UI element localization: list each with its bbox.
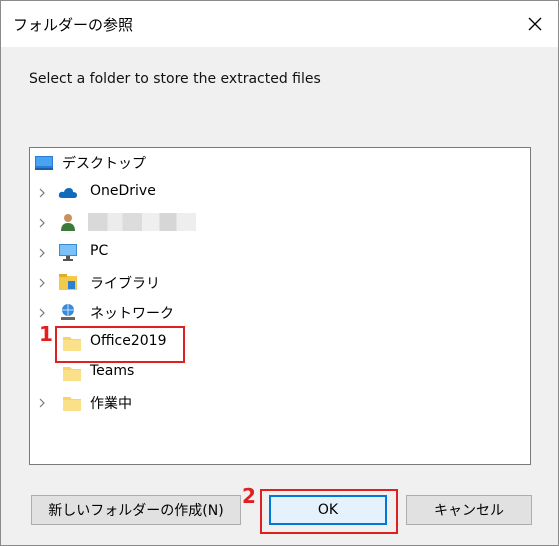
tree-item-desktop[interactable]: デスクトップ (30, 148, 528, 176)
tree-item-user[interactable] (30, 208, 528, 236)
tree-item-label: ネットワーク (90, 306, 174, 322)
cancel-button[interactable]: キャンセル (406, 495, 532, 525)
folder-icon (63, 367, 81, 381)
close-button[interactable] (512, 1, 558, 47)
tree-item-pc[interactable]: PC (30, 238, 528, 266)
desktop-icon (35, 156, 53, 170)
step-number-1: 1 (39, 322, 53, 346)
cancel-button-label: キャンセル (434, 503, 504, 519)
tree-item-label: ライブラリ (90, 276, 160, 292)
pc-monitor-icon (59, 244, 77, 261)
new-folder-button-label: 新しいフォルダーの作成(N) (48, 503, 224, 519)
folder-icon (63, 397, 81, 411)
tree-item-onedrive[interactable]: OneDrive (30, 178, 528, 206)
user-icon (61, 214, 75, 231)
chevron-right-icon[interactable] (36, 307, 48, 319)
tree-item-network[interactable]: ネットワーク (30, 298, 528, 326)
window-title: フォルダーの参照 (13, 16, 134, 34)
tree-item-libraries[interactable]: ライブラリ (30, 268, 528, 296)
tree-item-label: デスクトップ (62, 156, 146, 172)
folder-tree[interactable]: デスクトップ OneDrive PC ライブラリ ネットワーク Office20… (29, 147, 531, 465)
chevron-right-icon[interactable] (36, 277, 48, 289)
chevron-right-icon[interactable] (36, 247, 48, 259)
step-number-2: 2 (242, 484, 256, 508)
title-bar: フォルダーの参照 (1, 1, 558, 47)
highlight-box-office2019 (55, 326, 185, 363)
chevron-right-icon[interactable] (36, 217, 48, 229)
onedrive-cloud-icon (58, 188, 77, 198)
libraries-icon (59, 274, 77, 290)
chevron-right-icon[interactable] (36, 187, 48, 199)
tree-item-label: OneDrive (90, 183, 156, 199)
new-folder-button[interactable]: 新しいフォルダーの作成(N) (31, 495, 241, 525)
folder-browse-dialog: フォルダーの参照 Select a folder to store the ex… (0, 0, 559, 546)
tree-item-label: 作業中 (90, 396, 132, 412)
close-icon (528, 17, 542, 31)
chevron-right-icon[interactable] (36, 397, 48, 409)
network-icon (61, 304, 75, 320)
dialog-prompt: Select a folder to store the extracted f… (29, 71, 321, 87)
redacted-user-name (88, 213, 196, 231)
tree-item-work-in-progress[interactable]: 作業中 (30, 388, 528, 416)
highlight-box-ok (260, 489, 398, 534)
tree-item-label: PC (90, 243, 109, 259)
tree-item-label: Teams (90, 363, 135, 379)
